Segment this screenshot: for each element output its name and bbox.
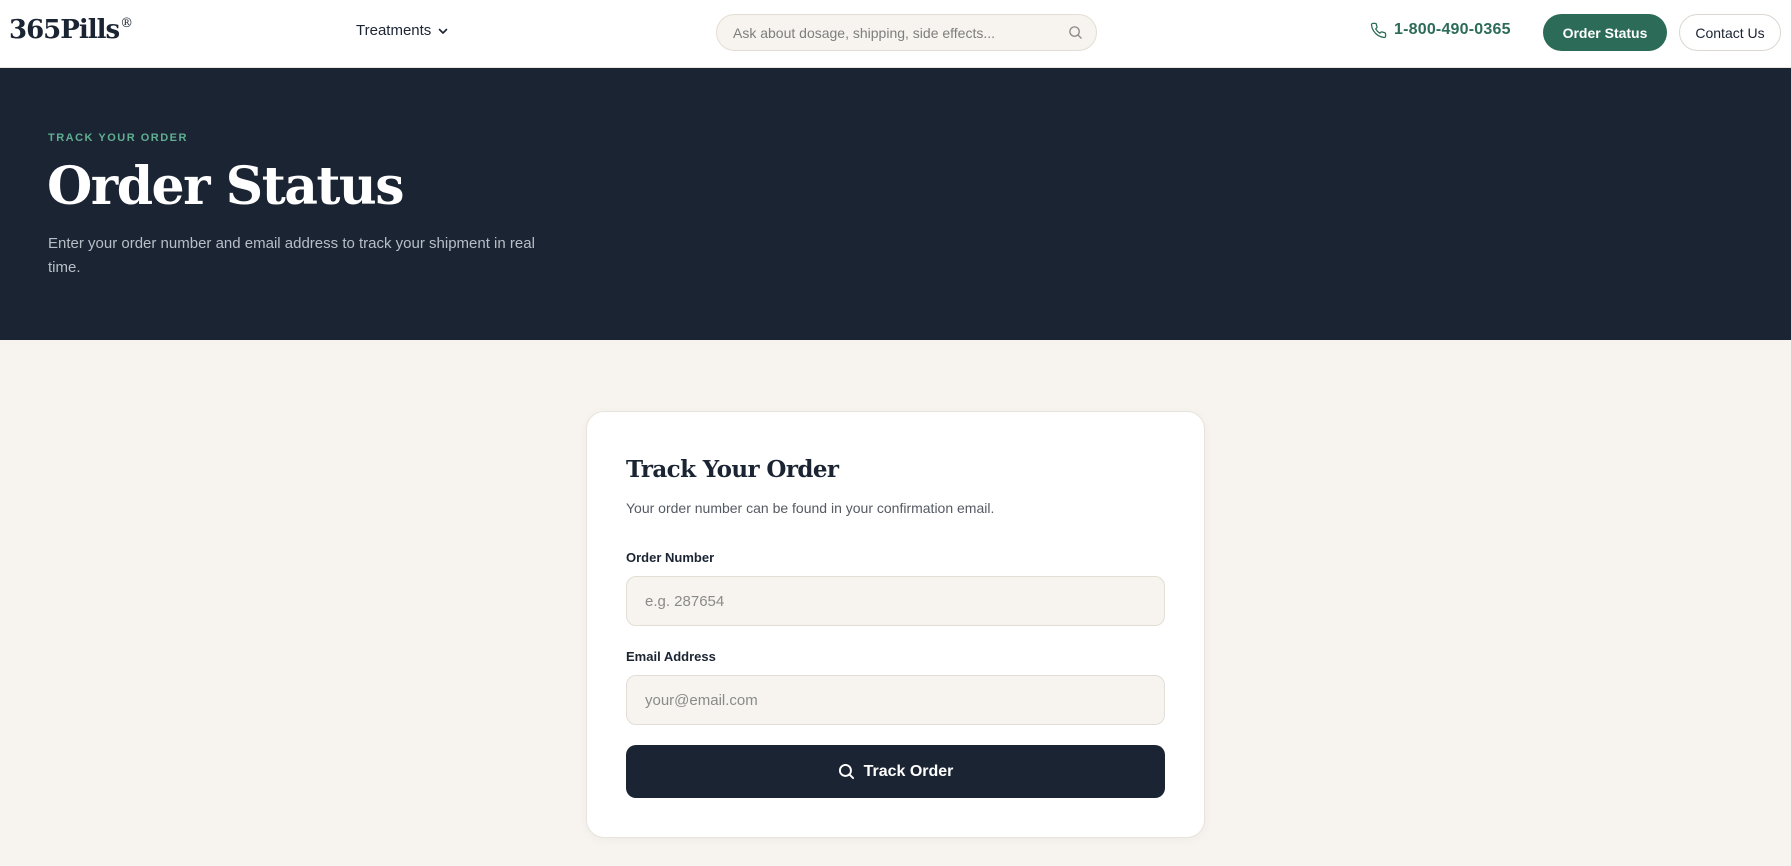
email-label: Email Address: [626, 649, 716, 664]
chevron-down-icon: [439, 28, 448, 34]
track-order-card: Track Your Order Your order number can b…: [586, 411, 1205, 838]
registered-mark: ®: [120, 16, 133, 31]
order-number-label: Order Number: [626, 550, 715, 565]
order-number-field[interactable]: [626, 576, 1165, 626]
card-subtitle: Your order number can be found in your c…: [626, 500, 995, 516]
card-title: Track Your Order: [626, 456, 839, 483]
phone-icon: [1370, 22, 1387, 38]
order-status-button[interactable]: Order Status: [1543, 14, 1667, 51]
track-order-button[interactable]: Track Order: [626, 745, 1165, 798]
phone-number: 1-800-490-0365: [1394, 21, 1511, 38]
email-field[interactable]: [626, 675, 1165, 725]
hero-subtitle: Enter your order number and email addres…: [48, 235, 535, 276]
page-title: Order Status: [47, 156, 405, 217]
hero-banner: TRACK YOUR ORDER Order Status Enter your…: [0, 68, 1791, 340]
hero-eyebrow: TRACK YOUR ORDER: [48, 132, 188, 144]
treatments-menu[interactable]: Treatments: [356, 22, 449, 39]
search-icon[interactable]: [1068, 25, 1083, 40]
track-order-button-label: Track Order: [863, 762, 954, 780]
treatments-menu-label: Treatments: [356, 22, 432, 39]
search-icon: [838, 763, 854, 780]
brand-logo-text: 365Pills: [9, 15, 120, 45]
contact-us-button[interactable]: Contact Us: [1679, 14, 1781, 51]
phone-link[interactable]: 1-800-490-0365: [1370, 21, 1511, 39]
brand-logo[interactable]: 365Pills®: [9, 15, 133, 45]
search-input[interactable]: [733, 15, 1053, 50]
top-navigation-bar: 365Pills® Treatments 1-800-490-0365 Orde…: [0, 0, 1791, 68]
site-search: [716, 14, 1097, 51]
